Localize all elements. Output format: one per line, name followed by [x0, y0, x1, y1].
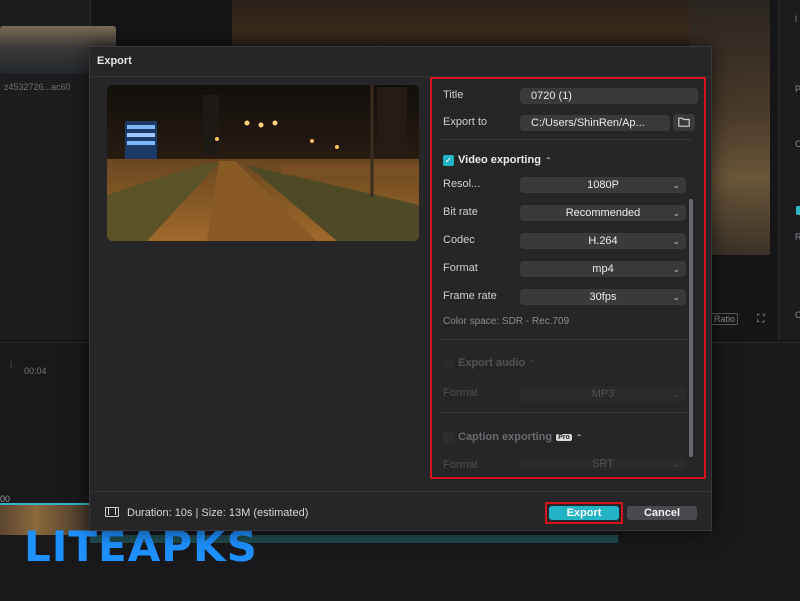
- collapse-caret-icon: ⌃: [575, 433, 583, 442]
- timeline-timecode: 00:04: [24, 366, 47, 376]
- properties-letter: l: [795, 14, 797, 24]
- frame-rate-value: 30fps: [589, 291, 617, 303]
- export-dialog: Export Title 0720 (1) Export to C:/Users…: [89, 46, 712, 531]
- folder-icon[interactable]: [673, 114, 695, 131]
- audio-export-checkbox[interactable]: [443, 358, 454, 369]
- export-settings-panel: Title 0720 (1) Export to C:/Users/ShinRe…: [430, 77, 706, 479]
- timeline-ruler-mark: |: [10, 360, 13, 369]
- export-path-input[interactable]: C:/Users/ShinRen/Ap...: [520, 115, 670, 131]
- ratio-button[interactable]: Ratio: [711, 313, 739, 325]
- caption-format-value: SRT: [592, 458, 614, 470]
- dialog-title: Export: [97, 55, 132, 67]
- settings-divider: [440, 139, 692, 140]
- audio-format-select[interactable]: MP3 ⌄: [520, 386, 686, 402]
- settings-divider: [440, 412, 692, 413]
- frame-rate-label: Frame rate: [443, 290, 497, 302]
- bitrate-value: Recommended: [565, 207, 641, 219]
- export-to-label: Export to: [443, 116, 488, 128]
- properties-letter: C: [795, 139, 800, 149]
- format-label: Format: [443, 262, 478, 274]
- bitrate-label: Bit rate: [443, 206, 478, 218]
- export-button-highlight: Export: [545, 502, 623, 524]
- audio-format-value: MP3: [591, 388, 615, 400]
- bitrate-select[interactable]: Recommended ⌄: [520, 205, 686, 221]
- caption-section-label: Caption exporting: [458, 431, 553, 443]
- film-icon: [105, 507, 119, 517]
- properties-letter: P: [795, 84, 800, 94]
- media-thumbnail-label: z4532726...ac60: [4, 82, 71, 92]
- caption-export-checkbox[interactable]: [443, 432, 454, 443]
- video-export-checkbox[interactable]: ✓: [443, 155, 454, 166]
- color-space-text: Color space: SDR - Rec.709: [443, 316, 570, 327]
- resolution-select[interactable]: 1080P ⌄: [520, 177, 686, 193]
- chevron-down-icon: ⌄: [672, 208, 680, 218]
- collapse-caret-icon: ⌃: [544, 156, 552, 165]
- caption-format-label: Format: [443, 459, 478, 471]
- format-value: mp4: [592, 263, 614, 275]
- fullscreen-icon[interactable]: ⛶: [757, 313, 765, 326]
- export-button[interactable]: Export: [549, 506, 619, 520]
- caption-format-select[interactable]: SRT ⌄: [520, 458, 686, 470]
- chevron-down-icon: ⌄: [672, 459, 680, 469]
- codec-value: H.264: [588, 235, 618, 247]
- settings-scrollbar[interactable]: [689, 199, 693, 457]
- duration-size-info: Duration: 10s | Size: 13M (estimated): [127, 507, 309, 519]
- properties-panel: [778, 0, 800, 340]
- video-section-label: Video exporting: [458, 154, 541, 166]
- resolution-label: Resol...: [443, 178, 481, 190]
- title-label: Title: [443, 89, 464, 101]
- caption-section-header[interactable]: Caption exporting Pro ⌃: [458, 431, 582, 443]
- chevron-down-icon: ⌄: [672, 389, 680, 399]
- frame-rate-select[interactable]: 30fps ⌄: [520, 289, 686, 305]
- codec-select[interactable]: H.264 ⌄: [520, 233, 686, 249]
- audio-section-header[interactable]: Export audio ⌃: [458, 357, 536, 369]
- resolution-value: 1080P: [587, 179, 619, 191]
- player-preview: [232, 0, 690, 52]
- audio-section-label: Export audio: [458, 357, 526, 369]
- title-input[interactable]: 0720 (1): [520, 88, 698, 104]
- footer-divider: [90, 491, 711, 492]
- format-select[interactable]: mp4 ⌄: [520, 261, 686, 277]
- chevron-down-icon: ⌄: [672, 292, 680, 302]
- properties-letter: C: [795, 310, 800, 320]
- properties-toggle[interactable]: [796, 206, 800, 215]
- codec-label: Codec: [443, 234, 475, 246]
- settings-divider: [440, 339, 692, 340]
- cancel-button[interactable]: Cancel: [627, 506, 697, 520]
- video-section-header[interactable]: Video exporting ⌃: [458, 154, 552, 166]
- chevron-down-icon: ⌄: [672, 180, 680, 190]
- chevron-down-icon: ⌄: [672, 236, 680, 246]
- collapse-caret-icon: ⌃: [529, 359, 536, 368]
- video-preview-thumbnail: [107, 85, 419, 241]
- audio-format-label: Format: [443, 387, 478, 399]
- properties-letter: R: [795, 232, 800, 242]
- chevron-down-icon: ⌄: [672, 264, 680, 274]
- pro-badge: Pro: [556, 434, 572, 441]
